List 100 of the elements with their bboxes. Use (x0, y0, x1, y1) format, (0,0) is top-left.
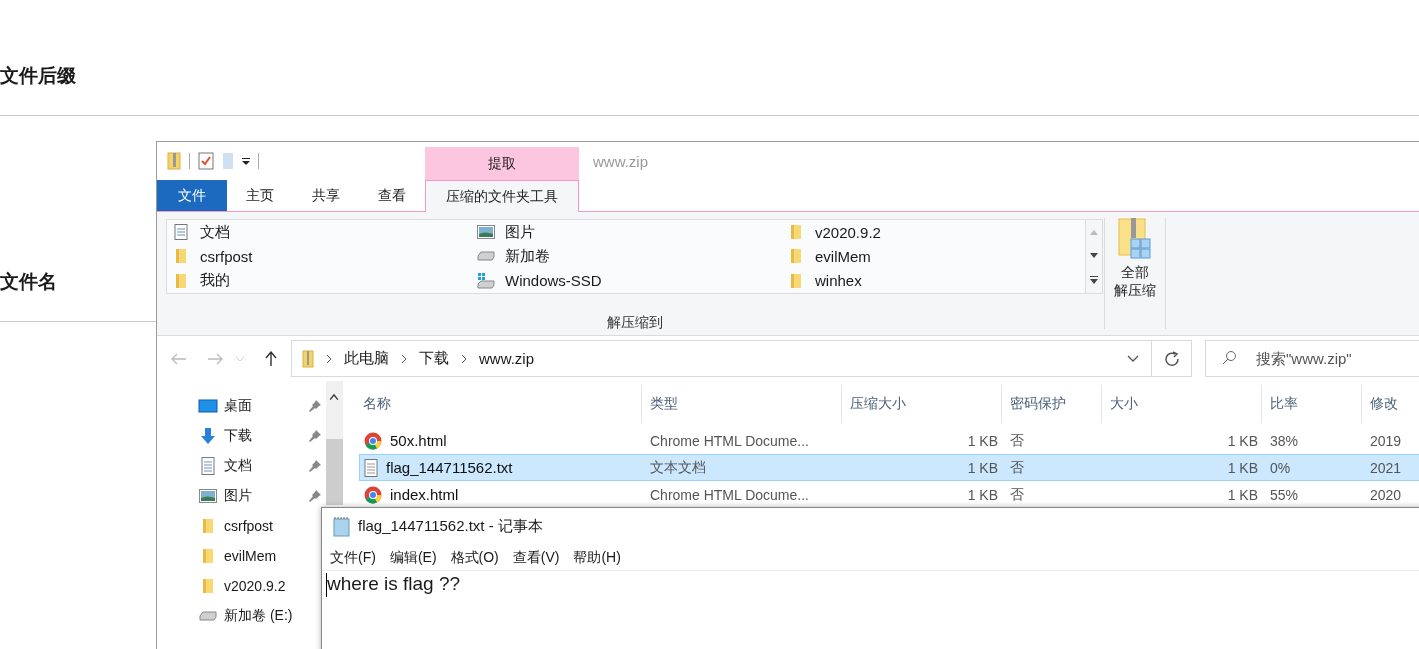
zip-folder-icon[interactable] (167, 152, 181, 170)
extract-all-button[interactable]: 全部 解压缩 (1105, 212, 1165, 335)
forward-icon[interactable] (207, 352, 223, 365)
section-heading: 文件后缀 (0, 64, 76, 88)
location-item[interactable]: v2020.9.2 (787, 220, 1085, 245)
back-icon[interactable] (171, 352, 187, 365)
checklist-icon[interactable] (198, 152, 214, 170)
up-arrow-icon[interactable] (265, 350, 277, 367)
table-cell-text: 2019 (1369, 431, 1403, 451)
menu-item[interactable]: 查看(V) (512, 548, 560, 567)
location-item[interactable]: csrfpost (172, 244, 477, 269)
file-tab[interactable]: 文件 (157, 180, 227, 211)
search-field[interactable]: 搜索"www.zip" (1205, 340, 1419, 377)
context-tab-header: 提取 (425, 147, 579, 180)
pictures-icon (198, 489, 218, 503)
notepad-icon (332, 516, 352, 537)
address-bar[interactable]: 此电脑 下载 www.zip (291, 340, 1152, 377)
table-cell-text: Chrome HTML Docume... (649, 431, 810, 451)
chevron-right-icon (461, 353, 467, 364)
browser-icon (364, 431, 382, 450)
download-icon (198, 427, 218, 445)
document-icon (172, 224, 190, 241)
file-name: index.html (390, 486, 459, 503)
ribbon-tab[interactable]: 压缩的文件夹工具 (425, 180, 579, 212)
location-item[interactable]: 文档 (172, 220, 477, 245)
breadcrumb[interactable]: 下载 (419, 349, 449, 368)
nav-item[interactable]: v2020.9.2 (157, 571, 317, 601)
section-heading: 文件名 (0, 270, 57, 294)
file-row[interactable]: flag_144711562.txt 文本文档 1 KB 否 1 KB 0% 2021 (359, 454, 1419, 481)
table-cell-text: 文本文档 (649, 457, 707, 477)
location-item[interactable]: 我的 (172, 268, 477, 293)
table-cell-text: 0% (1269, 458, 1292, 478)
column-header[interactable]: 压缩大小 (841, 385, 1001, 423)
scroll-up-icon[interactable] (329, 393, 340, 401)
pin-icon[interactable] (307, 459, 322, 473)
column-header[interactable]: 名称 (355, 385, 641, 423)
group-label: 解压缩到 (607, 314, 663, 332)
file-row[interactable]: 50x.html Chrome HTML Docume... 1 KB 否 1 KB 38% 2019 (359, 427, 1419, 454)
file-row[interactable]: index.html Chrome HTML Docume... 1 KB 否 1 KB 55% 2020 (359, 481, 1419, 508)
nav-item[interactable]: 下载 (157, 421, 326, 451)
desktop-icon (198, 398, 218, 414)
table-cell-text: 55% (1269, 485, 1300, 505)
pin-icon[interactable] (307, 399, 322, 413)
nav-item[interactable]: 文档 (157, 451, 326, 481)
drive-icon (198, 611, 218, 621)
gallery-scroll-buttons[interactable] (1086, 219, 1103, 294)
scrollbar[interactable] (325, 381, 343, 505)
zip-folder-icon (302, 349, 314, 368)
column-header[interactable]: 比率 (1261, 385, 1361, 423)
table-cell-text: 否 (1009, 430, 1025, 450)
column-header[interactable]: 密码保护 (1001, 385, 1101, 423)
menu-item[interactable]: 编辑(E) (389, 548, 437, 567)
breadcrumb[interactable]: www.zip (479, 350, 534, 367)
menu-item[interactable]: 帮助(H) (573, 548, 621, 567)
nav-item[interactable]: 新加卷 (E:) (157, 601, 317, 631)
column-header[interactable]: 修改 (1361, 385, 1419, 423)
document-icon (198, 457, 218, 475)
dropdown-icon[interactable] (242, 157, 250, 165)
location-item[interactable]: winhex (787, 268, 1085, 293)
table-cell-text: Chrome HTML Docume... (649, 485, 810, 505)
nav-item[interactable]: csrfpost (157, 511, 317, 541)
refresh-button[interactable] (1152, 340, 1192, 377)
location-item[interactable]: Windows-SSD (477, 268, 787, 293)
chevron-right-icon (401, 353, 407, 364)
table-cell-text: 2020 (1369, 485, 1403, 505)
zip-folder-icon (1118, 218, 1152, 262)
file-name: flag_144711562.txt (386, 459, 513, 476)
nav-item[interactable]: 桌面 (157, 391, 326, 421)
refresh-icon (1163, 350, 1180, 367)
table-cell-text: 否 (1009, 457, 1025, 477)
drive-icon (477, 251, 495, 262)
table-cell-text: 1 KB (1226, 458, 1259, 478)
chevron-down-icon[interactable] (1127, 354, 1139, 363)
window-title: flag_144711562.txt - 记事本 (358, 517, 543, 536)
table-cell-text: 1 KB (966, 485, 999, 505)
table-cell-text: 38% (1269, 431, 1300, 451)
menu-item[interactable]: 文件(F) (330, 548, 376, 567)
table-cell-text: 2021 (1369, 458, 1403, 478)
nav-item[interactable]: 图片 (157, 481, 326, 511)
pin-icon[interactable] (307, 429, 322, 443)
table-cell-text: 1 KB (966, 431, 999, 451)
document-text: where is flag ?? (327, 573, 461, 595)
column-header[interactable]: 大小 (1101, 385, 1261, 423)
window-title: www.zip (593, 152, 648, 170)
pin-icon[interactable] (307, 489, 322, 503)
browser-icon (364, 485, 382, 504)
nav-item[interactable]: evilMem (157, 541, 317, 571)
menu-item[interactable]: 格式(O) (450, 548, 499, 567)
location-item[interactable]: 图片 (477, 220, 787, 245)
location-item[interactable]: 新加卷 (477, 244, 787, 269)
table-cell-text: 1 KB (966, 458, 999, 478)
table-cell-text: 否 (1009, 484, 1025, 504)
column-header[interactable]: 类型 (641, 385, 841, 423)
location-item[interactable]: evilMem (787, 244, 1085, 269)
table-cell-text: 1 KB (1226, 431, 1259, 451)
windows-drive-icon (477, 272, 495, 289)
chevron-right-icon (326, 353, 332, 364)
search-icon (1221, 350, 1237, 366)
breadcrumb[interactable]: 此电脑 (344, 349, 389, 368)
text-file-icon (364, 458, 378, 477)
